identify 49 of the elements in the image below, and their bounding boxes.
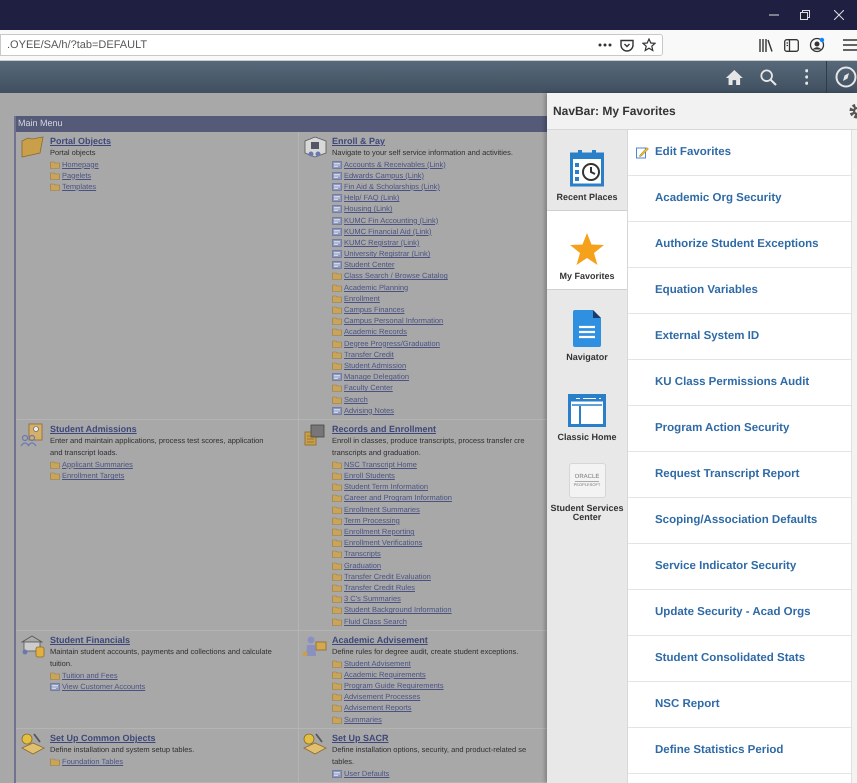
page-link-icon (332, 261, 342, 270)
person-icon (302, 634, 328, 658)
url-text: .OYEE/SA/h/?tab=DEFAULT (7, 38, 148, 53)
page-link-icon (332, 172, 342, 180)
library-icon[interactable] (759, 38, 774, 52)
more-options-icon[interactable] (804, 68, 808, 86)
page-link-icon (50, 682, 60, 691)
url-field[interactable]: .OYEE/SA/h/?tab=DEFAULT (0, 34, 663, 56)
search-icon[interactable] (760, 68, 777, 86)
page-link-icon (332, 216, 342, 225)
menu-icon[interactable] (843, 39, 857, 51)
folder-icon (50, 758, 60, 766)
page-link-icon (332, 238, 342, 247)
page-link-icon (332, 228, 342, 236)
page-link-icon (332, 160, 342, 169)
calendar-clock-icon (570, 149, 604, 187)
section-title-link[interactable]: Academic Advisement (332, 634, 428, 646)
building-icon (20, 634, 46, 658)
document-icon (573, 310, 601, 347)
more-icon[interactable] (598, 43, 612, 47)
section-title-link[interactable]: Set Up Common Objects (50, 732, 156, 744)
star-icon (569, 232, 605, 266)
pocket-icon[interactable] (620, 38, 634, 52)
main-menu-title: Main Menu (18, 117, 63, 130)
star-icon[interactable] (642, 38, 656, 52)
folder-icon (20, 135, 46, 159)
page-link-icon (332, 373, 342, 382)
section-title-link[interactable]: Student Financials (50, 634, 130, 646)
page-link-icon (332, 194, 342, 202)
page-link-icon (332, 250, 342, 258)
navbar-title: NavBar: My Favorites (553, 103, 676, 120)
section-title-link[interactable]: Records and Enrollment (332, 423, 436, 436)
page-link-icon (332, 182, 342, 191)
sidebar-icon[interactable] (784, 38, 799, 52)
window-icon (568, 394, 606, 427)
navbar-tab[interactable]: My Favorites (547, 210, 627, 290)
home-icon[interactable] (725, 68, 744, 86)
account-icon[interactable] (809, 37, 825, 53)
page-link-icon (332, 205, 342, 214)
page-link-icon (332, 770, 342, 778)
pencil-note-icon (636, 146, 649, 159)
page-link-icon (332, 406, 342, 415)
section-title-link[interactable]: Enroll & Pay (332, 135, 386, 147)
scrollbar[interactable] (851, 130, 857, 783)
section-title-link[interactable]: Portal Objects (50, 135, 112, 147)
section-title-link[interactable]: Set Up SACR (332, 732, 389, 744)
compass-icon[interactable] (835, 66, 857, 88)
section-title-link[interactable]: Student Admissions (50, 423, 137, 436)
folder-icon (50, 672, 60, 680)
